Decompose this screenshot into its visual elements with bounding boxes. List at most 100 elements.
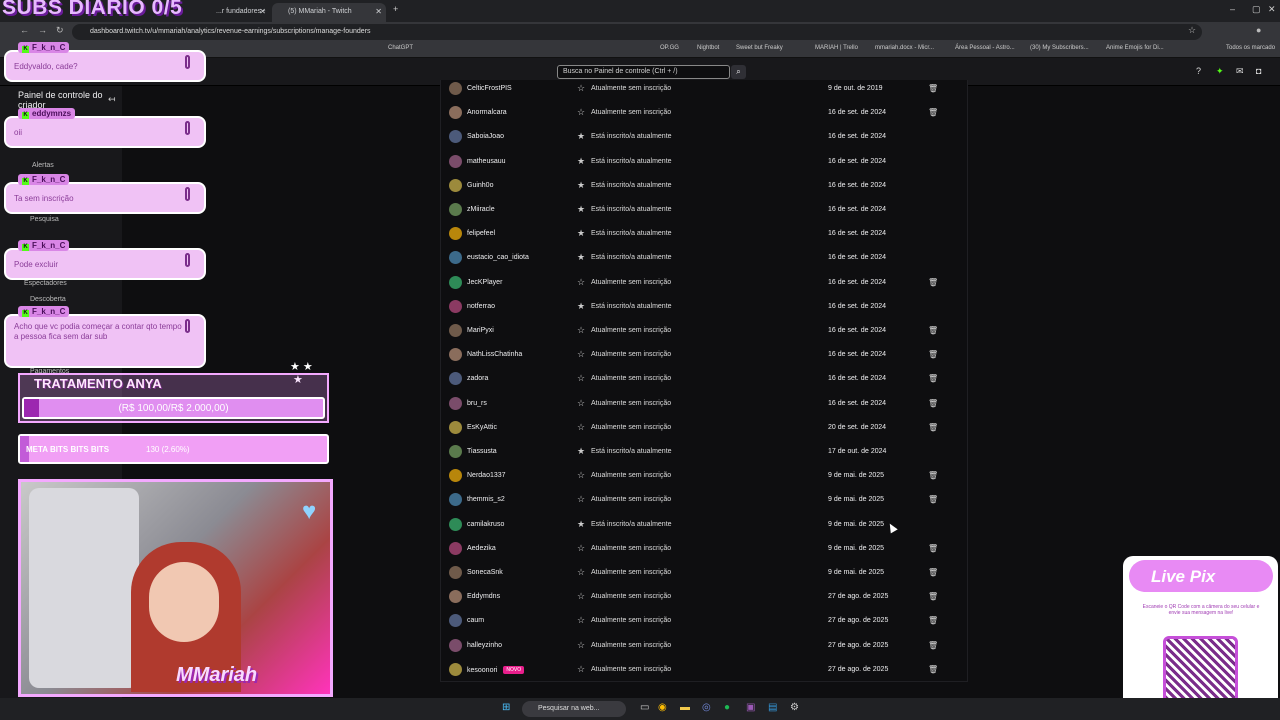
avatar[interactable] [449, 348, 462, 362]
trash-icon[interactable]: 🗑 [928, 665, 938, 674]
bookmark-item[interactable]: (30) My Subscribers... [1030, 45, 1089, 51]
avatar[interactable] [449, 517, 462, 531]
username[interactable]: Eddymdns [467, 593, 500, 600]
inbox-icon[interactable]: ✉ [1236, 66, 1244, 77]
avatar[interactable] [449, 106, 462, 120]
bookmark-item[interactable]: Área Pessoal - Astro... [955, 45, 1015, 51]
avatar[interactable] [449, 662, 462, 676]
username[interactable]: Aedezika [467, 545, 496, 552]
file-explorer-icon[interactable]: ▬ [680, 702, 690, 713]
app-icon[interactable]: ▣ [746, 702, 755, 713]
trash-icon[interactable]: 🗑 [928, 495, 938, 504]
username[interactable]: notferrao [467, 303, 495, 310]
username[interactable]: SaboiaJoao [467, 133, 504, 140]
close-icon[interactable]: ✕ [259, 3, 266, 20]
avatar[interactable] [449, 590, 462, 604]
new-tab-icon[interactable]: + [393, 4, 398, 14]
bookmark-item[interactable]: Nightbot [697, 45, 719, 51]
username[interactable]: zMiiracle [467, 206, 495, 213]
avatar[interactable] [449, 154, 462, 168]
username[interactable]: felipefeel [467, 230, 495, 237]
username[interactable]: Tiassusta [467, 448, 497, 455]
username[interactable]: Guinh0o [467, 182, 493, 189]
minimize-icon[interactable]: – [1230, 4, 1235, 14]
reload-icon[interactable]: ↻ [56, 25, 64, 36]
trash-icon[interactable]: 🗑 [928, 544, 938, 553]
username[interactable]: EsKyAttic [467, 424, 497, 431]
bookmark-item[interactable]: mmariah.docx - Micr... [875, 45, 934, 51]
discord-icon[interactable]: ◎ [702, 702, 711, 713]
bookmark-item[interactable]: OP.GG [660, 45, 679, 51]
trash-icon[interactable]: 🗑 [928, 374, 938, 383]
username[interactable]: Nerdao1337 [467, 472, 506, 479]
forward-icon[interactable]: → [38, 25, 47, 35]
trash-icon[interactable]: 🗑 [928, 350, 938, 359]
sidebar-item-pesquisa[interactable]: Pesquisa [30, 216, 59, 223]
trash-icon[interactable]: 🗑 [928, 84, 938, 93]
sidebar-item-espectadores[interactable]: Espectadores [24, 280, 67, 287]
avatar[interactable] [449, 541, 462, 555]
username[interactable]: zadora [467, 375, 488, 382]
trash-icon[interactable]: 🗑 [928, 399, 938, 408]
chrome-icon[interactable]: ◉ [658, 702, 667, 713]
close-icon[interactable]: ✕ [375, 3, 382, 20]
tab-founders[interactable]: ...r fundadores - Twi ✕ [200, 3, 270, 32]
trash-icon[interactable]: 🗑 [928, 278, 938, 287]
username[interactable]: kesoonori [467, 667, 497, 674]
avatar[interactable] [449, 469, 462, 483]
username[interactable]: matheusauu [467, 158, 506, 165]
username[interactable]: NathLissChatinha [467, 351, 522, 358]
avatar[interactable] [449, 372, 462, 386]
bookmark-item[interactable]: Anime Emojis for Di... [1106, 45, 1164, 51]
sidebar-item-alertas[interactable]: Alertas [32, 162, 54, 169]
help-icon[interactable]: ? [1196, 66, 1201, 76]
trash-icon[interactable]: 🗑 [928, 423, 938, 432]
bookmark-item[interactable]: Todos os marcado [1226, 45, 1275, 51]
trash-icon[interactable]: 🗑 [928, 641, 938, 650]
back-icon[interactable]: ← [20, 25, 29, 35]
username[interactable]: MariPyxi [467, 327, 494, 334]
taskbar-search-input[interactable]: Pesquisar na web... [522, 701, 626, 717]
maximize-icon[interactable]: ▢ [1252, 4, 1261, 15]
username[interactable]: halleyzinho [467, 642, 502, 649]
avatar[interactable] [449, 178, 462, 192]
task-view-icon[interactable]: ▭ [640, 702, 649, 713]
collapse-icon[interactable]: ↤ [108, 94, 116, 105]
avatar[interactable] [449, 396, 462, 410]
trash-icon[interactable]: 🗑 [928, 326, 938, 335]
avatar[interactable] [449, 251, 462, 265]
avatar[interactable] [449, 299, 462, 313]
username[interactable]: caum [467, 617, 484, 624]
notifications-icon[interactable]: ◘ [1256, 66, 1261, 76]
username[interactable]: JecKPlayer [467, 279, 502, 286]
bookmark-item[interactable]: ChatGPT [388, 45, 413, 51]
avatar[interactable] [449, 445, 462, 458]
avatar[interactable] [449, 420, 462, 434]
avatar[interactable] [449, 203, 462, 216]
avatar[interactable] [449, 566, 462, 579]
avatar[interactable] [449, 638, 462, 652]
trash-icon[interactable]: 🗑 [928, 592, 938, 601]
notepad-icon[interactable]: ▤ [768, 702, 777, 713]
profile-avatar[interactable]: ● [1256, 25, 1261, 35]
username[interactable]: CelticFrostPIS [467, 85, 512, 92]
activity-icon[interactable]: ✦ [1216, 66, 1224, 77]
bookmark-item[interactable]: MARIAH | Trello [815, 45, 858, 51]
spotify-icon[interactable]: ● [724, 702, 730, 713]
window-close-icon[interactable]: ✕ [1268, 4, 1276, 15]
username[interactable]: eustacio_cao_idiota [467, 254, 529, 261]
bookmark-item[interactable]: Sweet but Freaky [736, 45, 783, 51]
url-field[interactable]: dashboard.twitch.tv/u/mmariah/analytics/… [72, 24, 1202, 40]
username[interactable]: Anormalcara [467, 109, 507, 116]
trash-icon[interactable]: 🗑 [928, 568, 938, 577]
username[interactable]: camilakruso [467, 521, 504, 528]
avatar[interactable] [449, 493, 462, 507]
trash-icon[interactable]: 🗑 [928, 616, 938, 625]
avatar[interactable] [449, 227, 462, 241]
avatar[interactable] [449, 324, 462, 337]
username[interactable]: themmis_s2 [467, 496, 505, 503]
trash-icon[interactable]: 🗑 [928, 108, 938, 117]
tab-mmariah[interactable]: (5) MMariah - Twitch ✕ [272, 3, 386, 22]
avatar[interactable] [449, 130, 462, 144]
username[interactable]: SonecaSnk [467, 569, 503, 576]
